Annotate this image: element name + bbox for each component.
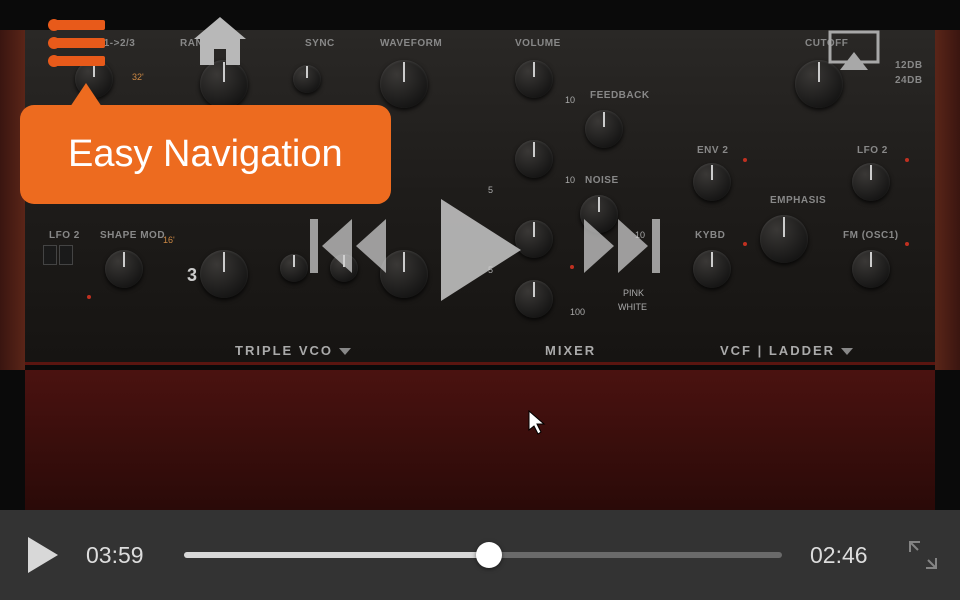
- knob-shape-mod: [105, 250, 143, 288]
- top-controls: [50, 20, 910, 70]
- play-button-bar[interactable]: [28, 537, 58, 573]
- wood-panel-right: [935, 30, 960, 370]
- label-16: 16': [163, 235, 175, 245]
- forward-button[interactable]: [580, 215, 650, 275]
- knob-feedback: [585, 110, 623, 148]
- knob-fm-osc1: [852, 250, 890, 288]
- knob-lfo2-r: [852, 163, 890, 201]
- menu-icon[interactable]: [50, 20, 105, 74]
- label-white: WHITE: [618, 302, 647, 312]
- play-button-center[interactable]: [435, 195, 525, 295]
- fullscreen-button[interactable]: [908, 540, 938, 570]
- playback-center-controls: [310, 195, 650, 295]
- label-noise: NOISE: [585, 175, 619, 186]
- label-kybd: KYBD: [695, 230, 725, 241]
- label-32: 32': [132, 72, 144, 82]
- section-triple-vco: TRIPLE VCO: [235, 343, 351, 358]
- seek-thumb[interactable]: [476, 542, 502, 568]
- playback-control-bar: 03:59 02:46: [0, 510, 960, 600]
- label-feedback: FEEDBACK: [590, 90, 650, 101]
- home-icon[interactable]: [190, 15, 250, 75]
- knob-detune-a: [280, 254, 308, 282]
- video-area: FM 1->2/3 RANGE SYNC WAVEFORM VOLUME FEE…: [0, 0, 960, 510]
- wood-panel-left: [0, 30, 25, 370]
- mouse-cursor-icon: [528, 410, 548, 441]
- label-lfo2-left: LFO 2: [49, 230, 80, 241]
- rewind-button[interactable]: [310, 215, 380, 275]
- synth-panel-bottom: LFO 1 (VIBRATO) none Phase Delay Rate Ra…: [25, 370, 935, 510]
- label-emphasis: EMPHASIS: [770, 195, 826, 206]
- knob-emphasis: [760, 215, 808, 263]
- label-env2: ENV 2: [697, 145, 728, 156]
- knob-kybd: [693, 250, 731, 288]
- section-vcf: VCF | LADDER: [720, 343, 853, 358]
- knob-volume-2: [515, 140, 553, 178]
- section-mixer: MIXER: [545, 343, 596, 358]
- elapsed-time: 03:59: [86, 542, 156, 569]
- seek-track[interactable]: [184, 552, 782, 558]
- remaining-time: 02:46: [810, 542, 880, 569]
- label-shape-mod: SHAPE MOD: [100, 230, 165, 241]
- callout-text: Easy Navigation: [68, 133, 343, 175]
- airplay-icon[interactable]: [828, 30, 880, 77]
- callout-bubble: Easy Navigation: [20, 105, 391, 204]
- lfo2-switches: [43, 245, 73, 265]
- seek-progress: [184, 552, 489, 558]
- label-lfo2-right: LFO 2: [857, 145, 888, 156]
- label-3: 3: [187, 265, 198, 286]
- label-fm-osc1: FM (OSC1): [843, 230, 899, 241]
- label-24db: 24DB: [895, 75, 923, 86]
- knob-env2: [693, 163, 731, 201]
- knob-range-3: [200, 250, 248, 298]
